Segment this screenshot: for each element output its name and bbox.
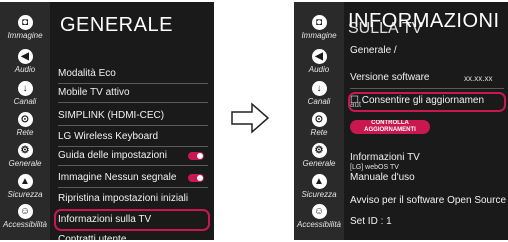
menu-item-no-signal-image[interactable]: Immagine Nessun segnale [58, 169, 208, 187]
accessibility-icon: ☺ [17, 204, 33, 219]
security-icon: ▲ [311, 174, 327, 189]
image-icon: ◘ [311, 15, 327, 30]
check-updates-button[interactable]: CONTROLLA AGGIORNAMENTI [350, 120, 430, 134]
sidebar-item-accessibilita[interactable]: ☺ Accessibilità [294, 204, 344, 230]
arrow-right-icon [231, 102, 270, 134]
channels-icon: ↓ [17, 81, 33, 96]
channels-icon: ↓ [311, 81, 327, 96]
menu-divider [58, 165, 208, 166]
network-icon: ⊙ [17, 112, 33, 127]
sidebar-item-label: Immagine [7, 31, 43, 40]
network-icon: ⊙ [311, 112, 327, 127]
software-version-label: Versione software [350, 72, 430, 83]
audio-icon: ◀ [17, 49, 33, 64]
sidebar-item-accessibilita[interactable]: ☺ Accessibilità [0, 204, 50, 230]
menu-divider [58, 102, 208, 103]
sidebar-item-label: Sicurezza [301, 190, 337, 199]
sidebar-item-immagine[interactable]: ◘ Immagine [294, 15, 344, 41]
general-settings-screen: ◘ Immagine ◀ Audio ↓ Canali ⊙ Rete ⚙ Gen… [0, 2, 214, 240]
menu-item-user-agreements[interactable]: Contratti utente [58, 231, 208, 240]
tv-info-panel: SULLA TV INFORMAZIONI Generale / Version… [346, 2, 508, 240]
sidebar-item-label: Audio [308, 65, 330, 74]
sidebar-item-label: Canali [307, 97, 331, 106]
tv-info-subtext: [LG] webOS TV [350, 164, 399, 171]
menu-divider [58, 125, 208, 126]
sidebar-item-rete[interactable]: ⊙ Rete [294, 112, 344, 138]
audio-icon: ◀ [311, 49, 327, 64]
open-source-notice-link[interactable]: Avviso per il software Open Source [350, 195, 506, 206]
selection-highlight [54, 209, 210, 231]
menu-item-eco-mode[interactable]: Modalità Eco [58, 65, 208, 83]
sidebar-item-sicurezza[interactable]: ▲ Sicurezza [294, 174, 344, 200]
sidebar-item-canali[interactable]: ↓ Canali [294, 81, 344, 107]
software-version-value: xx.xx.xx [464, 74, 493, 83]
sidebar-item-audio[interactable]: ◀ Audio [294, 49, 344, 75]
sidebar-item-immagine[interactable]: ◘ Immagine [0, 15, 50, 41]
breadcrumb: Generale / [350, 45, 397, 56]
sidebar-item-label: Accessibilità [2, 220, 47, 229]
no-signal-image-toggle[interactable] [188, 174, 204, 182]
tv-info-label[interactable]: Informazioni TV [350, 152, 420, 163]
sidebar-item-canali[interactable]: ↓ Canali [0, 81, 50, 107]
accessibility-icon: ☺ [311, 204, 327, 219]
sidebar-item-generale[interactable]: ⚙ Generale [294, 143, 344, 169]
general-icon: ⚙ [311, 143, 327, 158]
selection-highlight [348, 92, 506, 112]
sidebar-item-label: Generale [302, 159, 336, 168]
menu-item-simplink[interactable]: SIMPLINK (HDMI-CEC) [58, 107, 208, 125]
sidebar-item-rete[interactable]: ⊙ Rete [0, 112, 50, 138]
menu-item-reset[interactable]: Ripristina impostazioni iniziali [58, 190, 208, 208]
sidebar-item-label: Immagine [301, 31, 337, 40]
menu-item-settings-guide[interactable]: Guida delle impostazioni [58, 147, 208, 165]
page-title: GENERALE [60, 14, 173, 36]
settings-guide-toggle[interactable] [188, 152, 204, 160]
menu-item-label: Immagine Nessun segnale [58, 172, 177, 183]
page-title: INFORMAZIONI [348, 10, 500, 32]
sidebar-item-label: Generale [8, 159, 42, 168]
menu-item-label: Guida delle impostazioni [58, 150, 167, 161]
tv-info-screen: ◘ Immagine ◀ Audio ↓ Canali ⊙ Rete ⚙ Gen… [294, 2, 508, 240]
sidebar-item-audio[interactable]: ◀ Audio [0, 49, 50, 75]
security-icon: ▲ [17, 174, 33, 189]
sidebar-item-label: Audio [14, 65, 36, 74]
sidebar-item-sicurezza[interactable]: ▲ Sicurezza [0, 174, 50, 200]
sidebar-item-generale[interactable]: ⚙ Generale [0, 143, 50, 169]
menu-item-wireless-keyboard[interactable]: LG Wireless Keyboard [58, 128, 208, 146]
sidebar-item-label: Sicurezza [7, 190, 43, 199]
image-icon: ◘ [17, 15, 33, 30]
menu-divider [58, 187, 208, 188]
sidebar-item-label: Rete [16, 128, 34, 137]
set-id-label: Set ID : 1 [350, 216, 392, 227]
general-icon: ⚙ [17, 143, 33, 158]
settings-sidebar: ◘ Immagine ◀ Audio ↓ Canali ⊙ Rete ⚙ Gen… [0, 2, 50, 240]
menu-item-mobile-tv[interactable]: Mobile TV attivo [58, 84, 208, 102]
settings-sidebar: ◘ Immagine ◀ Audio ↓ Canali ⊙ Rete ⚙ Gen… [294, 2, 344, 240]
sidebar-item-label: Accessibilità [296, 220, 341, 229]
sidebar-item-label: Canali [13, 97, 37, 106]
general-menu: GENERALE Modalità Eco Mobile TV attivo S… [52, 2, 214, 240]
user-manual-link[interactable]: Manuale d'uso [350, 172, 415, 183]
sidebar-item-label: Rete [310, 128, 328, 137]
menu-divider [350, 88, 504, 89]
